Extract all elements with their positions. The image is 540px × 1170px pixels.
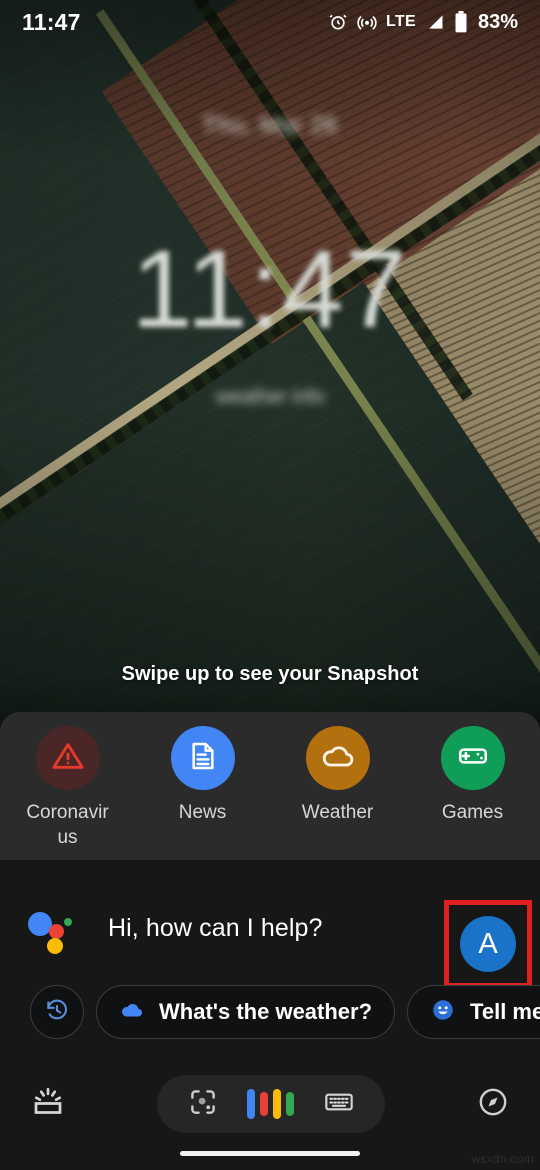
wallpaper-vignette [0, 0, 540, 730]
assistant-bottom-bar [0, 1065, 540, 1143]
assistant-greeting-row: Hi, how can I help? A [0, 878, 540, 988]
network-type-label: LTE [386, 13, 416, 30]
smiley-icon [430, 997, 456, 1028]
shortcut-icon-circle [170, 726, 235, 790]
keyboard-icon[interactable] [323, 1086, 355, 1123]
assistant-logo-dot-yellow [47, 938, 63, 954]
document-icon [187, 740, 219, 777]
snapshot-icon[interactable] [30, 1084, 66, 1125]
shortcut-weather[interactable]: Weather [279, 726, 397, 825]
alarm-icon [328, 12, 348, 32]
avatar[interactable]: A [460, 916, 516, 972]
assistant-logo-dot-red [49, 924, 64, 939]
cast-icon [357, 12, 377, 32]
status-bar-clock: 11:47 [22, 8, 81, 35]
assistant-panel: Hi, how can I help? A What's the weather… [0, 860, 540, 1170]
lockscreen-subtext: weather info [215, 386, 325, 408]
mic-bar-yellow [272, 1089, 281, 1119]
status-bar: 11:47 LTE 83% [0, 0, 540, 44]
shortcut-icon-circle [305, 726, 370, 790]
avatar-highlight-box: A [444, 900, 532, 988]
shortcut-icon-circle [440, 726, 505, 790]
assistant-greeting-text: Hi, how can I help? [108, 913, 323, 942]
chip-label: Tell me [470, 999, 540, 1024]
chip-tell-me[interactable]: Tell me [407, 985, 540, 1039]
signal-icon [425, 12, 445, 32]
phone-screen: 11:47 LTE 83% Thu, Mar 26 11:47 weather … [0, 0, 540, 1170]
shortcuts-panel: Coronavirus News Weather Games [0, 712, 540, 860]
shortcut-label: Games [441, 802, 504, 823]
google-assistant-logo-icon [28, 904, 76, 954]
chip-weather[interactable]: What's the weather? [96, 985, 396, 1039]
mic-bar-blue [246, 1089, 255, 1119]
battery-icon [454, 11, 468, 33]
watermark: wsxdn.com [471, 1152, 534, 1166]
history-icon [44, 997, 70, 1028]
assistant-search-pill[interactable] [157, 1075, 385, 1133]
cloud-icon [119, 997, 145, 1028]
assistant-logo-dot-green [64, 918, 72, 926]
mic-bar-red [259, 1092, 268, 1116]
assistant-mic-bars-icon[interactable] [246, 1089, 294, 1119]
shortcut-news[interactable]: News [144, 726, 262, 825]
shortcut-label: Coronavirus [26, 802, 109, 848]
shortcut-label: Weather [301, 802, 374, 823]
mic-bar-green [285, 1092, 294, 1116]
gamepad-icon [456, 739, 490, 778]
compass-explore-icon[interactable] [476, 1085, 510, 1124]
cloud-icon [320, 738, 356, 779]
chip-label: What's the weather? [159, 999, 373, 1024]
battery-percent-label: 83% [477, 10, 518, 33]
lockscreen-date: Thu, Mar 26 [202, 112, 338, 139]
shortcut-icon-circle [35, 726, 100, 790]
shortcut-games[interactable]: Games [414, 726, 532, 825]
lockscreen-clock: 11:47 [131, 228, 409, 351]
swipe-up-hint[interactable]: Swipe up to see your Snapshot [0, 663, 540, 686]
lockscreen-wallpaper [0, 0, 540, 730]
status-bar-icons: LTE 83% [328, 11, 518, 34]
warning-triangle-icon [51, 739, 85, 778]
suggestion-chips-row: What's the weather? Tell me [0, 985, 540, 1039]
shortcut-coronavirus[interactable]: Coronavirus [9, 726, 127, 850]
google-lens-icon[interactable] [188, 1087, 218, 1122]
chip-history[interactable] [30, 985, 84, 1039]
shortcut-label: News [178, 802, 227, 823]
gesture-home-indicator[interactable] [180, 1151, 360, 1156]
